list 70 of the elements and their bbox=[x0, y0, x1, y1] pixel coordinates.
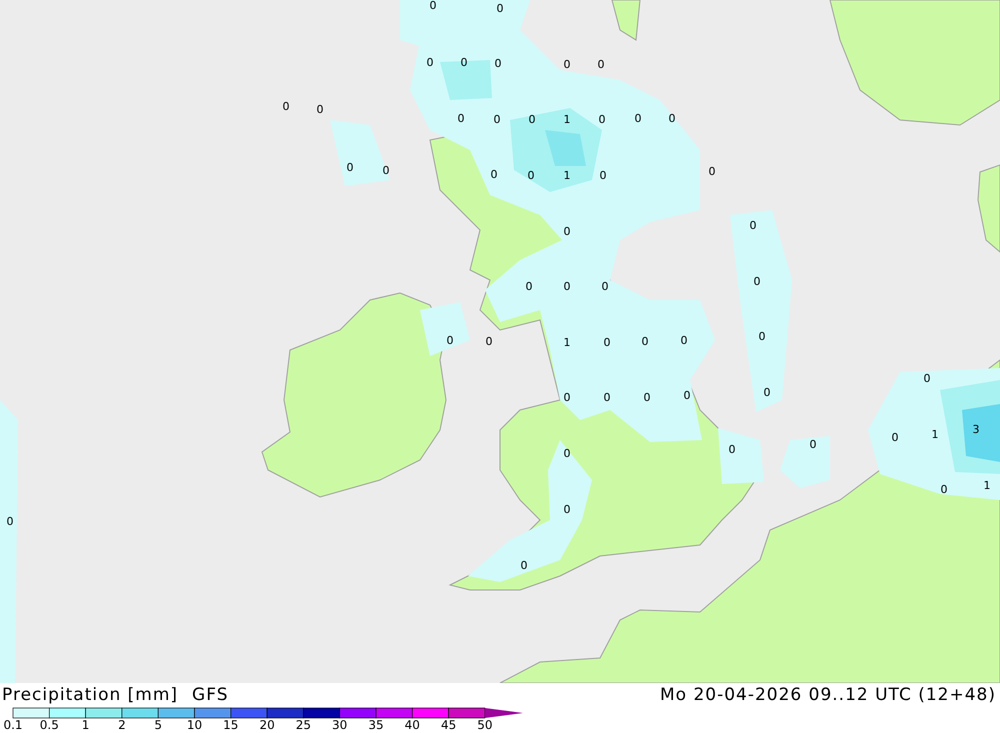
legend-tick-label: 0.1 bbox=[3, 718, 23, 731]
value-label: 0 bbox=[892, 431, 898, 444]
legend-tick-label: 2 bbox=[118, 718, 126, 731]
value-label: 1 bbox=[932, 428, 938, 441]
value-label: 0 bbox=[458, 112, 464, 125]
value-label: 0 bbox=[602, 280, 608, 293]
value-label: 0 bbox=[528, 169, 534, 182]
model-name: GFS bbox=[192, 685, 228, 705]
value-label: 0 bbox=[940, 483, 948, 496]
value-label: 0 bbox=[494, 57, 502, 70]
map-title: Precipitation [mm] bbox=[2, 685, 178, 705]
value-label: 0 bbox=[758, 330, 766, 343]
valid-time: Mo 20-04-2026 09..12 UTC (12+48) bbox=[660, 685, 996, 705]
legend-tick-label: 10 bbox=[186, 718, 202, 731]
value-label: 0 bbox=[684, 389, 690, 402]
value-label: 0 bbox=[564, 391, 570, 404]
value-label: 0 bbox=[520, 559, 528, 572]
value-label: 0 bbox=[754, 275, 760, 288]
value-label: 0 bbox=[564, 225, 570, 238]
value-label: 0 bbox=[644, 391, 650, 404]
value-label: 0 bbox=[6, 515, 14, 528]
value-label: 0 bbox=[382, 164, 390, 177]
value-label: 0 bbox=[282, 100, 290, 113]
legend-tick-label: 5 bbox=[154, 718, 162, 731]
value-label: 0 bbox=[446, 334, 454, 347]
value-label: 0 bbox=[528, 113, 536, 126]
legend-tick-label: 15 bbox=[223, 718, 238, 731]
value-label: 0 bbox=[564, 280, 570, 293]
value-label: 0 bbox=[598, 113, 606, 126]
legend-tick-label: 25 bbox=[296, 718, 312, 731]
value-label: 0 bbox=[750, 219, 756, 232]
value-label: 0 bbox=[564, 503, 570, 516]
value-label: 1 bbox=[564, 336, 570, 349]
value-label: 0 bbox=[496, 2, 504, 15]
value-label: 0 bbox=[430, 0, 436, 12]
value-label: 0 bbox=[604, 336, 610, 349]
value-label: 0 bbox=[490, 168, 498, 181]
value-label: 0 bbox=[764, 386, 770, 399]
value-label: 1 bbox=[564, 113, 570, 126]
value-label: 0 bbox=[604, 391, 610, 404]
value-label: 0 bbox=[668, 112, 676, 125]
legend-tick-label: 40 bbox=[404, 718, 420, 731]
value-label: 0 bbox=[460, 56, 468, 69]
value-label: 0 bbox=[598, 58, 604, 71]
value-label: 0 bbox=[494, 113, 500, 126]
value-label: 0 bbox=[346, 161, 354, 174]
legend-tick-label: 20 bbox=[259, 718, 275, 731]
legend-tick-label: 0.5 bbox=[40, 718, 59, 731]
legend-tick-label: 50 bbox=[477, 718, 493, 731]
value-label: 1 bbox=[984, 479, 990, 492]
value-label: 0 bbox=[600, 169, 606, 182]
value-label: 0 bbox=[924, 372, 930, 385]
value-label: 0 bbox=[728, 443, 736, 456]
value-label: 0 bbox=[810, 438, 816, 451]
value-label: 1 bbox=[564, 169, 570, 182]
legend-tick-label: 30 bbox=[332, 718, 348, 731]
legend-tick-label: 1 bbox=[82, 718, 90, 731]
value-label: 0 bbox=[526, 280, 532, 293]
value-label: 0 bbox=[564, 447, 570, 460]
legend-tick-label: 45 bbox=[440, 718, 456, 731]
value-label: 0 bbox=[642, 335, 648, 348]
value-label: 0 bbox=[564, 58, 570, 71]
value-label: 0 bbox=[680, 334, 688, 347]
value-label: 0 bbox=[486, 335, 492, 348]
value-label: 0 bbox=[426, 56, 434, 69]
value-label: 0 bbox=[316, 103, 324, 116]
value-label: 0 bbox=[634, 112, 642, 125]
legend-tick-label: 35 bbox=[368, 718, 384, 731]
value-label: 0 bbox=[708, 165, 716, 178]
value-label: 3 bbox=[972, 423, 980, 436]
